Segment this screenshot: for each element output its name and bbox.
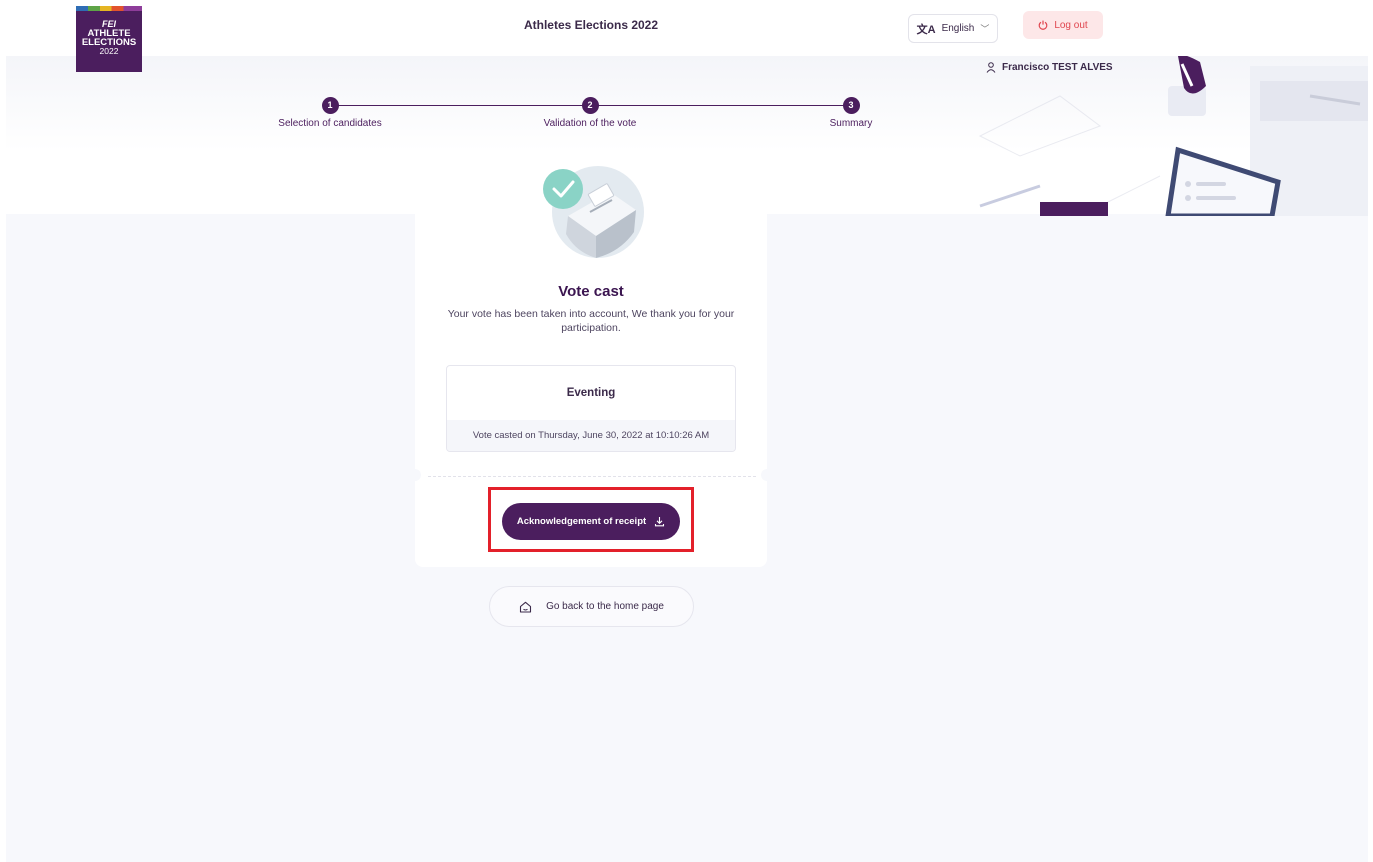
logout-label: Log out — [1054, 19, 1088, 31]
home-button-label: Go back to the home page — [546, 601, 664, 612]
user-name: Francisco TEST ALVES — [1002, 62, 1113, 73]
language-selector[interactable]: 文A English ﹀ — [908, 14, 998, 43]
language-label: English — [941, 23, 975, 34]
logo-color-stripe — [76, 6, 142, 11]
step-number: 2 — [581, 97, 599, 114]
chevron-down-icon: ﹀ — [980, 24, 990, 34]
progress-stepper: 1 Selection of candidates 2 Validation o… — [260, 97, 910, 137]
logo-year: 2022 — [99, 46, 119, 56]
logout-button[interactable]: Log out — [1023, 11, 1103, 39]
step-3: 3 Summary — [781, 97, 921, 129]
ballot-summary: Eventing Vote casted on Thursday, June 3… — [446, 365, 736, 452]
ballot-illustration — [978, 56, 1368, 216]
ticket-notch-left — [409, 469, 421, 481]
step-label: Selection of candidates — [278, 118, 382, 129]
step-label: Summary — [829, 118, 873, 129]
acknowledgement-receipt-button[interactable]: Acknowledgement of receipt — [502, 503, 680, 540]
home-page-button[interactable]: Go back to the home page — [489, 586, 694, 627]
ballot-box-check-icon — [543, 166, 644, 258]
step-number: 3 — [842, 97, 860, 114]
vote-cast-title: Vote cast — [558, 283, 624, 300]
step-label: Validation of the vote — [543, 118, 637, 129]
fei-athlete-elections-logo[interactable]: FEI ATHLETE ELECTIONS 2022 — [76, 6, 142, 72]
download-icon — [655, 517, 665, 527]
power-icon — [1038, 20, 1048, 30]
step-1: 1 Selection of candidates — [260, 97, 400, 129]
step-number: 1 — [321, 97, 339, 114]
step-2: 2 Validation of the vote — [520, 97, 660, 129]
user-icon — [986, 62, 996, 73]
translate-icon: 文A — [916, 23, 936, 36]
ticket-perforation — [428, 476, 756, 477]
home-icon — [520, 601, 532, 613]
ticket-notch-right — [761, 469, 773, 481]
vote-cast-message: Your vote has been taken into account, W… — [447, 308, 735, 334]
ballot-timestamp: Vote casted on Thursday, June 30, 2022 a… — [447, 420, 735, 451]
app-title: Athletes Elections 2022 — [523, 18, 659, 32]
receipt-button-label: Acknowledgement of receipt — [516, 516, 647, 527]
user-info: Francisco TEST ALVES — [986, 62, 1113, 73]
top-header: Athletes Elections 2022 文A English ﹀ Log… — [0, 0, 1373, 56]
ballot-category: Eventing — [566, 387, 616, 399]
